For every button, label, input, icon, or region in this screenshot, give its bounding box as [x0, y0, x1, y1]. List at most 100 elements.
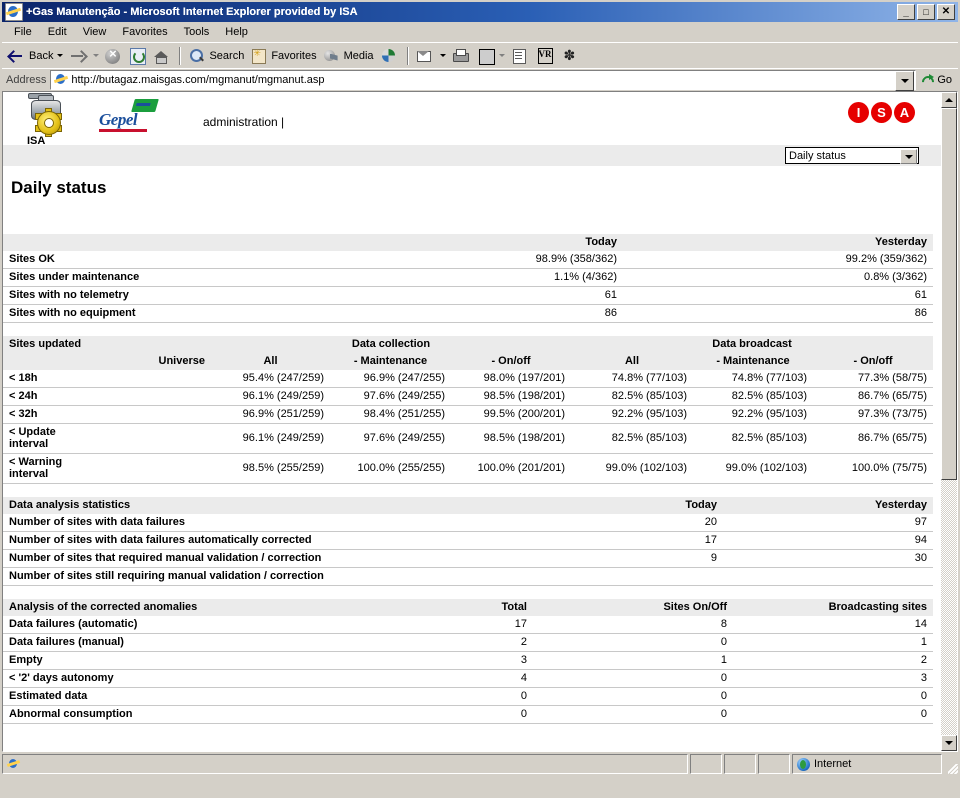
toolbar-separator-2 — [406, 46, 409, 65]
row-label: Number of sites with data failures autom… — [3, 531, 512, 550]
forward-dropdown-icon[interactable] — [93, 54, 100, 57]
th-yesterday: Yesterday — [623, 234, 933, 251]
th-universe: Universe — [93, 353, 211, 370]
view-selector-dropdown[interactable]: Daily status — [785, 147, 919, 164]
cell-broadcasting-sites: 2 — [733, 651, 933, 670]
search-button[interactable]: Search — [185, 45, 247, 67]
menu-view[interactable]: View — [75, 24, 115, 40]
row-label: Empty — [3, 651, 333, 670]
menu-help[interactable]: Help — [217, 24, 256, 40]
history-button[interactable] — [377, 45, 403, 67]
media-button[interactable]: Media — [320, 45, 377, 67]
home-button[interactable] — [149, 45, 175, 67]
table-row: < Warning interval 98.5% (255/259) 100.0… — [3, 453, 934, 484]
address-input[interactable]: http://butagaz.maisgas.com/mgmanut/mgman… — [50, 70, 917, 91]
cell-broadcast-onoff: 77.3% (58/75) — [813, 370, 934, 388]
cell-today: 61 — [314, 286, 623, 305]
table-row: < 24h 96.1% (249/259) 97.6% (249/255) 98… — [3, 387, 934, 406]
forward-button[interactable] — [66, 45, 102, 67]
page-icon — [54, 73, 68, 87]
view-selector-arrow-button[interactable] — [900, 149, 917, 164]
table-row: Number of sites that required manual val… — [3, 549, 933, 568]
maximize-button[interactable]: □ — [917, 4, 935, 20]
home-icon — [152, 47, 170, 65]
mail-icon — [416, 47, 434, 65]
cell-broadcast-maintenance: 74.8% (77/103) — [693, 370, 814, 388]
favorites-button[interactable]: Favorites — [247, 45, 319, 67]
mail-button[interactable] — [413, 45, 449, 67]
table-header-row: Today Yesterday — [3, 234, 933, 251]
cell-broadcasting-sites: 1 — [733, 633, 933, 652]
cell-broadcast-all: 74.8% (77/103) — [571, 370, 694, 388]
row-label: < 32h — [3, 405, 93, 424]
toolbar-separator-1 — [179, 46, 182, 65]
cell-today: 20 — [512, 514, 723, 532]
messenger-icon — [563, 47, 581, 65]
go-icon — [920, 73, 935, 88]
row-label: Number of sites with data failures — [3, 514, 512, 532]
gepel-logo[interactable]: Gepel — [99, 99, 161, 133]
administration-link[interactable]: administration | — [203, 115, 284, 129]
fullscreen-dropdown-icon[interactable] — [498, 54, 505, 57]
cell-yesterday: 61 — [623, 286, 933, 305]
table-corrected-anomalies: Analysis of the corrected anomalies Tota… — [3, 599, 933, 724]
cell-universe — [93, 423, 211, 454]
th-collection-all: All — [211, 353, 330, 370]
th-blank — [3, 234, 314, 251]
fullscreen-button[interactable] — [475, 45, 508, 67]
print-button[interactable] — [449, 45, 475, 67]
maximize-glyph: □ — [923, 7, 929, 17]
isa-letter-i: I — [848, 102, 869, 123]
table-row: Empty 3 1 2 — [3, 651, 933, 670]
printer-icon — [452, 47, 470, 65]
scrollbar-thumb[interactable] — [941, 108, 957, 480]
address-dropdown-button[interactable] — [895, 71, 915, 91]
chevron-down-icon — [904, 154, 913, 159]
scroll-up-button[interactable] — [941, 92, 957, 108]
cell-broadcast-all: 99.0% (102/103) — [571, 453, 694, 484]
scroll-down-button[interactable] — [941, 735, 957, 751]
cell-sites-onoff: 0 — [533, 669, 733, 688]
stop-button[interactable] — [102, 45, 125, 67]
minimize-button[interactable]: _ — [897, 4, 915, 20]
close-glyph: ✕ — [941, 6, 951, 17]
table-header-row: Universe All - Maintenance - On/off All … — [3, 353, 934, 370]
cell-broadcasting-sites: 14 — [733, 616, 933, 634]
edit-button[interactable] — [508, 45, 534, 67]
th-total: Total — [333, 599, 533, 616]
messenger-button[interactable] — [560, 45, 586, 67]
table-row: Sites OK 98.9% (358/362) 99.2% (359/362) — [3, 251, 933, 269]
menu-file[interactable]: File — [6, 24, 40, 40]
cell-sites-onoff: 0 — [533, 705, 733, 724]
th-collection-maintenance: - Maintenance — [330, 353, 451, 370]
scrollbar-track[interactable] — [941, 108, 957, 735]
row-label: Sites under maintenance — [3, 268, 314, 287]
research-button[interactable] — [534, 45, 560, 67]
th-broadcast-onoff: - On/off — [813, 353, 934, 370]
th-blank — [3, 353, 93, 370]
row-label: < 18h — [3, 370, 93, 388]
go-button[interactable]: Go — [916, 73, 958, 88]
status-zone-label: Internet — [814, 758, 852, 770]
status-message-cell — [2, 754, 688, 774]
th-collection-onoff: - On/off — [451, 353, 572, 370]
row-label: Number of sites that required manual val… — [3, 549, 512, 568]
table-row: < Update interval 96.1% (249/259) 97.6% … — [3, 423, 934, 454]
th-group-data-collection: Data collection — [211, 336, 572, 353]
vertical-scrollbar[interactable] — [941, 92, 957, 751]
menu-favorites[interactable]: Favorites — [114, 24, 175, 40]
menu-tools[interactable]: Tools — [176, 24, 218, 40]
menu-edit[interactable]: Edit — [40, 24, 75, 40]
close-button[interactable]: ✕ — [937, 4, 955, 20]
table-spacer — [3, 484, 941, 497]
refresh-button[interactable] — [125, 45, 149, 67]
back-dropdown-icon[interactable] — [57, 54, 64, 57]
row-label: Sites with no telemetry — [3, 286, 314, 305]
cell-collection-onoff: 98.0% (197/201) — [451, 370, 572, 388]
resize-grip[interactable] — [944, 754, 958, 774]
mail-dropdown-icon[interactable] — [439, 54, 446, 57]
gear-icon — [37, 111, 61, 135]
cell-broadcast-all: 92.2% (95/103) — [571, 405, 694, 424]
th-sites-onoff: Sites On/Off — [533, 599, 733, 616]
back-button[interactable]: Back — [5, 45, 66, 67]
